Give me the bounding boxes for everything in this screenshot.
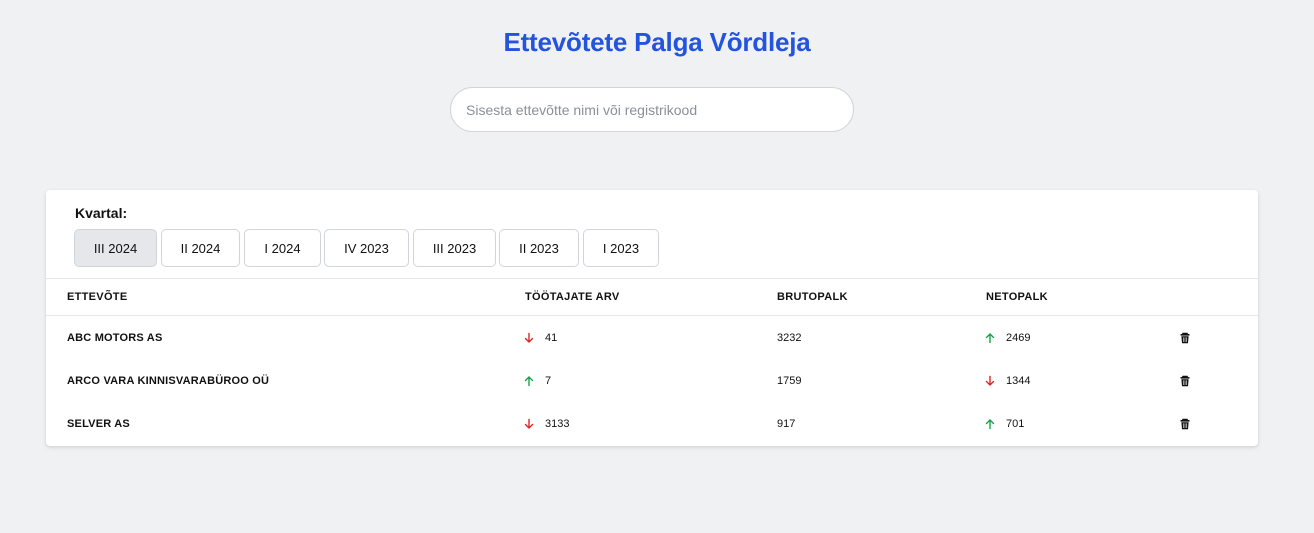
- trash-icon: [1180, 375, 1190, 386]
- arrow-down-icon: [524, 418, 534, 429]
- header-employees: Töötajate arv: [525, 291, 620, 303]
- quarter-button-i-2024[interactable]: I 2024: [244, 229, 321, 267]
- table-row: ARCO VARA KINNISVARABÜROO OÜ 7 1759 1344: [46, 359, 1258, 402]
- header-gross: Brutopalk: [777, 291, 848, 303]
- arrow-down-icon: [985, 375, 995, 386]
- quarter-label: Kvartal:: [75, 205, 128, 221]
- company-name: ABC MOTORS AS: [67, 331, 163, 344]
- employees-value: 3133: [545, 417, 570, 430]
- employees-cell: 41: [523, 316, 557, 359]
- net-value: 701: [1006, 417, 1025, 430]
- search-input[interactable]: [450, 87, 854, 132]
- arrow-down-icon: [524, 332, 534, 343]
- quarter-button-i-2023[interactable]: I 2023: [583, 229, 659, 267]
- gross-value: 3232: [777, 331, 802, 344]
- arrow-up-icon: [524, 375, 534, 386]
- net-cell: 1344: [984, 359, 1030, 402]
- quarter-button-ii-2024[interactable]: II 2024: [161, 229, 240, 267]
- divider: [46, 278, 1258, 279]
- gross-value: 917: [777, 417, 796, 430]
- header-net: Netopalk: [986, 291, 1048, 303]
- employees-value: 7: [545, 374, 552, 387]
- net-value: 2469: [1006, 331, 1031, 344]
- quarter-button-ii-2023[interactable]: II 2023: [499, 229, 579, 267]
- company-name: ARCO VARA KINNISVARABÜROO OÜ: [67, 374, 270, 387]
- net-value: 1344: [1006, 374, 1031, 387]
- table-row: SELVER AS 3133 917 701: [46, 402, 1258, 445]
- comparison-card: Kvartal: III 2024 II 2024 I 2024 IV 2023…: [46, 190, 1258, 446]
- quarter-button-iii-2024[interactable]: III 2024: [74, 229, 157, 267]
- arrow-up-icon: [985, 418, 995, 429]
- page-title: Ettevõtete Palga Võrdleja: [503, 27, 811, 57]
- delete-button[interactable]: [1179, 316, 1191, 359]
- employees-cell: 7: [523, 359, 551, 402]
- employees-cell: 3133: [523, 402, 569, 445]
- arrow-up-icon: [985, 332, 995, 343]
- net-cell: 701: [984, 402, 1024, 445]
- employees-value: 41: [545, 331, 558, 344]
- quarter-button-iii-2023[interactable]: III 2023: [413, 229, 496, 267]
- company-name: SELVER AS: [67, 417, 130, 430]
- trash-icon: [1180, 418, 1190, 429]
- gross-value: 1759: [777, 374, 802, 387]
- delete-button[interactable]: [1179, 402, 1191, 445]
- table-row: ABC MOTORS AS 41 3232 2469: [46, 316, 1258, 359]
- quarter-button-iv-2023[interactable]: IV 2023: [324, 229, 409, 267]
- net-cell: 2469: [984, 316, 1030, 359]
- header-company: Ettevõte: [67, 291, 128, 303]
- delete-button[interactable]: [1179, 359, 1191, 402]
- trash-icon: [1180, 332, 1190, 343]
